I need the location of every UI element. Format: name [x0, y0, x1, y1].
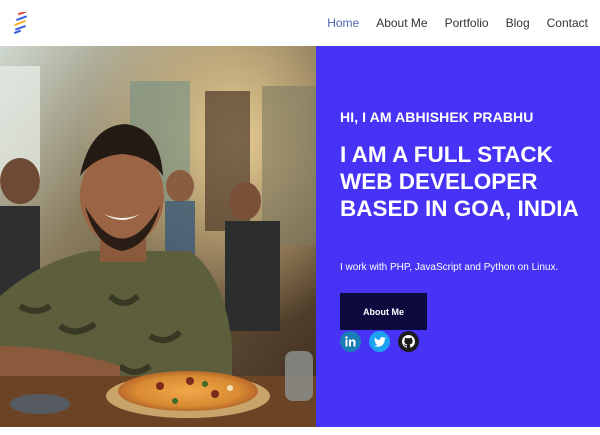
- page-bottom-strip: [0, 427, 600, 435]
- hero-headline: I AM A FULL STACK WEB DEVELOPER BASED IN…: [340, 142, 579, 221]
- twitter-icon: [373, 336, 386, 347]
- site-header: Home About Me Portfolio Blog Contact: [0, 0, 600, 46]
- linkedin-link[interactable]: [340, 331, 361, 352]
- nav-contact[interactable]: Contact: [547, 16, 588, 30]
- stripes-logo-icon[interactable]: [14, 12, 30, 34]
- twitter-link[interactable]: [369, 331, 390, 352]
- hero-section: HI, I AM ABHISHEK PRABHU I AM A FULL STA…: [316, 46, 600, 427]
- about-me-button[interactable]: About Me: [340, 293, 427, 330]
- linkedin-icon: [345, 336, 356, 347]
- profile-photo-illustration: [0, 46, 316, 427]
- nav-blog[interactable]: Blog: [506, 16, 530, 30]
- nav-home[interactable]: Home: [327, 16, 359, 30]
- main-nav: Home About Me Portfolio Blog Contact: [310, 0, 588, 46]
- github-icon: [402, 335, 415, 348]
- github-link[interactable]: [398, 331, 419, 352]
- social-links: [340, 331, 427, 352]
- hero-greeting: HI, I AM ABHISHEK PRABHU: [340, 109, 534, 125]
- profile-photo: [0, 46, 316, 427]
- nav-portfolio[interactable]: Portfolio: [445, 16, 489, 30]
- hero-subtitle: I work with PHP, JavaScript and Python o…: [340, 262, 559, 273]
- nav-about-me[interactable]: About Me: [376, 16, 427, 30]
